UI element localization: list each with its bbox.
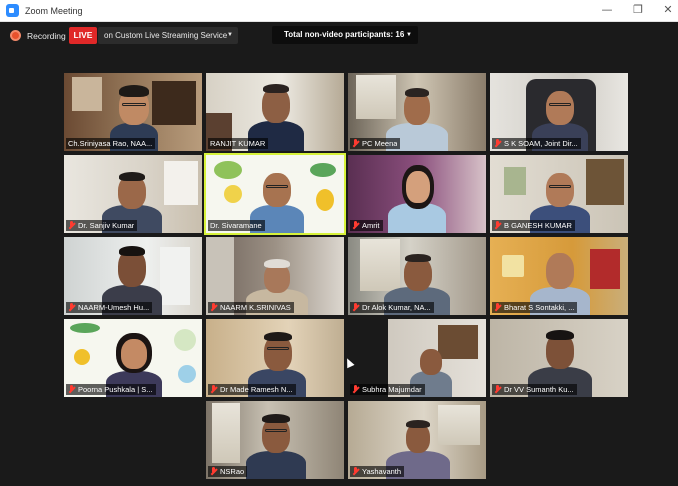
participant-name-tag: S K SOAM, Joint Dir... bbox=[492, 138, 581, 149]
title-bar: Zoom Meeting — ❐ ✕ bbox=[0, 0, 678, 22]
participant-name-tag: NAARM K.SRINIVAS bbox=[208, 302, 294, 313]
participant-name-tag: RANJIT KUMAR bbox=[208, 138, 269, 149]
participant-name: PC Meena bbox=[362, 139, 398, 148]
participant-name-tag: Subhra Majumdar bbox=[350, 384, 425, 395]
non-video-participants-dropdown[interactable]: Total non-video participants: 16 ▼ bbox=[272, 26, 418, 44]
video-tile[interactable]: S K SOAM, Joint Dir... bbox=[490, 73, 628, 151]
muted-mic-icon bbox=[210, 385, 217, 394]
participant-name: Bharat S Sontakki, ... bbox=[504, 303, 575, 312]
participant-name-tag: Dr Made Ramesh N... bbox=[208, 384, 296, 395]
recording-icon bbox=[10, 30, 21, 41]
live-stream-label: on Custom Live Streaming Service bbox=[104, 31, 228, 40]
video-tile[interactable]: NAARM K.SRINIVAS bbox=[206, 237, 344, 315]
non-video-participants-label: Total non-video participants: 16 bbox=[284, 30, 405, 39]
muted-mic-icon bbox=[494, 385, 501, 394]
muted-mic-icon bbox=[352, 303, 359, 312]
participant-name: Dr VV Sumanth Ku... bbox=[504, 385, 574, 394]
participant-name: Dr. Sanjiv Kumar bbox=[78, 221, 135, 230]
muted-mic-icon bbox=[494, 139, 501, 148]
video-tile[interactable]: B GANESH KUMAR bbox=[490, 155, 628, 233]
video-tile[interactable]: Bharat S Sontakki, ... bbox=[490, 237, 628, 315]
participant-name-tag: Ch.Sriniyasa Rao, NAA... bbox=[66, 138, 156, 149]
participant-name-tag: Dr. Sanjiv Kumar bbox=[66, 220, 138, 231]
participant-name: RANJIT KUMAR bbox=[210, 139, 266, 148]
participant-name: Poorna Pushkala | S... bbox=[78, 385, 153, 394]
maximize-button[interactable]: ❐ bbox=[631, 3, 645, 17]
video-tile[interactable]: Dr. Sanjiv Kumar bbox=[64, 155, 202, 233]
participant-name-tag: PC Meena bbox=[350, 138, 401, 149]
zoom-logo-icon bbox=[6, 4, 19, 17]
video-tile[interactable]: Dr Made Ramesh N... bbox=[206, 319, 344, 397]
participant-name: NAARM-Umesh Hu... bbox=[78, 303, 150, 312]
video-tile[interactable]: Ch.Sriniyasa Rao, NAA... bbox=[64, 73, 202, 151]
video-tile[interactable]: PC Meena bbox=[348, 73, 486, 151]
participant-name: Dr. Sivaramane bbox=[210, 221, 262, 230]
muted-mic-icon bbox=[210, 467, 217, 476]
participant-name: Subhra Majumdar bbox=[362, 385, 422, 394]
muted-mic-icon bbox=[352, 385, 359, 394]
participant-name-tag: Amrit bbox=[350, 220, 383, 231]
window-title: Zoom Meeting bbox=[25, 5, 83, 16]
participant-name: B GANESH KUMAR bbox=[504, 221, 572, 230]
participant-name-tag: Dr. Sivaramane bbox=[208, 220, 265, 231]
video-tile[interactable]: Dr VV Sumanth Ku... bbox=[490, 319, 628, 397]
meeting-stage: Recording LIVE on Custom Live Streaming … bbox=[0, 22, 678, 486]
participant-name-tag: NSRao bbox=[208, 466, 248, 477]
participant-name-tag: B GANESH KUMAR bbox=[492, 220, 575, 231]
participant-name: Ch.Sriniyasa Rao, NAA... bbox=[68, 139, 153, 148]
video-tile[interactable]: Amrit bbox=[348, 155, 486, 233]
muted-mic-icon bbox=[352, 139, 359, 148]
live-stream-dropdown[interactable]: on Custom Live Streaming Service ▼ bbox=[98, 27, 238, 44]
participant-name-tag: NAARM-Umesh Hu... bbox=[66, 302, 153, 313]
participant-name: Yashavanth bbox=[362, 467, 402, 476]
participant-name: S K SOAM, Joint Dir... bbox=[504, 139, 578, 148]
participant-name-tag: Dr Alok Kumar, NA... bbox=[350, 302, 434, 313]
close-button[interactable]: ✕ bbox=[661, 3, 675, 17]
recording-indicator[interactable]: Recording bbox=[10, 30, 66, 41]
participant-name: Dr Made Ramesh N... bbox=[220, 385, 293, 394]
muted-mic-icon bbox=[352, 221, 359, 230]
participant-name-tag: Dr VV Sumanth Ku... bbox=[492, 384, 577, 395]
video-tile[interactable]: Subhra Majumdar bbox=[348, 319, 486, 397]
video-tile-active-speaker[interactable]: Dr. Sivaramane bbox=[204, 153, 346, 235]
chevron-down-icon: ▼ bbox=[406, 32, 412, 38]
recording-label: Recording bbox=[27, 30, 66, 41]
video-tile[interactable]: NSRao bbox=[206, 401, 344, 479]
video-tile[interactable]: NAARM-Umesh Hu... bbox=[64, 237, 202, 315]
participant-name: Amrit bbox=[362, 221, 380, 230]
minimize-button[interactable]: — bbox=[600, 3, 614, 17]
muted-mic-icon bbox=[494, 221, 501, 230]
muted-mic-icon bbox=[68, 385, 75, 394]
video-tile[interactable]: Dr Alok Kumar, NA... bbox=[348, 237, 486, 315]
video-tile[interactable]: Yashavanth bbox=[348, 401, 486, 479]
live-badge: LIVE bbox=[69, 27, 97, 44]
participant-name-tag: Yashavanth bbox=[350, 466, 405, 477]
muted-mic-icon bbox=[352, 467, 359, 476]
chevron-down-icon: ▼ bbox=[227, 32, 233, 38]
participant-name: NSRao bbox=[220, 467, 245, 476]
video-tile[interactable]: Poorna Pushkala | S... bbox=[64, 319, 202, 397]
muted-mic-icon bbox=[68, 221, 75, 230]
participant-name: NAARM K.SRINIVAS bbox=[220, 303, 291, 312]
muted-mic-icon bbox=[68, 303, 75, 312]
participant-name-tag: Bharat S Sontakki, ... bbox=[492, 302, 578, 313]
muted-mic-icon bbox=[494, 303, 501, 312]
muted-mic-icon bbox=[210, 303, 217, 312]
video-tile[interactable]: RANJIT KUMAR bbox=[206, 73, 344, 151]
participant-name: Dr Alok Kumar, NA... bbox=[362, 303, 431, 312]
participant-name-tag: Poorna Pushkala | S... bbox=[66, 384, 156, 395]
